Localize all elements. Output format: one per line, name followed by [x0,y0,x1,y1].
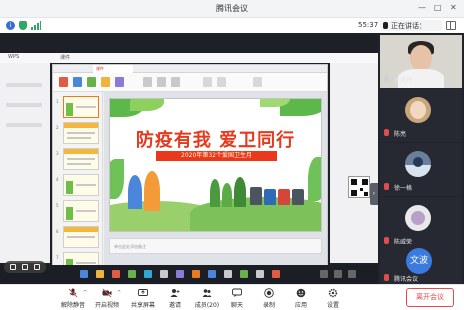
record-icon [264,288,274,298]
shared-tab: WPS [8,54,20,60]
presentation-app: 课件 1 2 3 4 5 6 7 防疫有我 爱卫同行 2020年第32个爱国卫生… [52,64,328,280]
invite-button[interactable]: 邀请 [158,286,192,310]
chat-icon [232,288,242,298]
microphone-off-icon [384,237,389,244]
participant-tile[interactable]: 陈亮 [380,89,462,142]
slide-notes-field[interactable]: 单击此处添加备注 [109,238,322,254]
invite-icon [170,289,180,297]
title-bar: 腾讯会议 — □ ✕ [0,0,464,18]
info-icon[interactable]: i [6,21,15,30]
invite-label: 邀请 [168,302,181,309]
chevron-up-icon[interactable]: ^ [83,290,87,296]
slide-banner: 2020年第32个爱国卫生月 [156,151,277,161]
start-video-label: 开启视频 [94,302,119,309]
current-slide[interactable]: 防疫有我 爱卫同行 2020年第32个爱国卫生月 [109,98,322,232]
shared-tab: 课件 [60,55,71,61]
meeting-info-bar: i 55:37 正在讲话： [0,18,464,33]
slide-thumbnail[interactable]: 5 [56,200,99,222]
unmute-button[interactable]: ^ 解除静音 [56,286,90,310]
shield-icon[interactable] [19,21,27,30]
chevron-up-icon[interactable]: ^ [117,290,121,296]
microphone-icon [383,22,388,29]
speaking-label: 正在讲话： [391,22,426,30]
apps-icon [296,288,306,298]
share-screen-button[interactable]: 共享屏幕 [126,286,160,310]
slide-banner-text: 2020年第32个爱国卫生月 [181,152,252,159]
collapse-panel-button[interactable]: › [370,183,378,205]
microphone-off-icon [384,183,389,190]
settings-button[interactable]: 设置 [316,286,350,310]
slide-headline: 防疫有我 爱卫同行 [135,130,296,151]
close-button[interactable]: ✕ [450,3,457,12]
settings-label: 设置 [326,302,339,309]
participant-tile[interactable]: 王美丹 [380,35,462,88]
unmute-label: 解除静音 [60,302,85,309]
view-switch-control[interactable] [4,261,46,273]
participant-video [380,35,462,88]
speaking-indicator: 正在讲话： [380,20,442,31]
avatar [405,205,431,231]
microphone-icon [384,75,389,82]
slide-thumbnail[interactable]: 4 [56,174,99,196]
start-video-button[interactable]: ^ 开启视频 [90,286,124,310]
members-label: 成员(20) [194,302,220,309]
microphone-off-icon [384,129,389,136]
minimize-button[interactable]: — [418,3,426,12]
meeting-window: 腾讯会议 — □ ✕ i 55:37 正在讲话： WPS 课件 课件 1 2 3… [0,0,464,310]
participant-name: 徐一格 [394,185,413,192]
camera-off-icon [102,288,112,298]
document-tab: 课件 [93,65,133,73]
slide-editing-area: 防疫有我 爱卫同行 2020年第32个爱国卫生月 单击此处添加备注 [104,92,327,280]
ribbon-toolbar [53,73,327,92]
avatar [405,97,431,123]
leave-meeting-button[interactable]: 离开会议 [406,288,454,307]
members-button[interactable]: 成员(20) [190,286,224,310]
meeting-timer: 55:37 [358,21,379,29]
apps-button[interactable]: 应用 [284,286,318,310]
shared-taskbar [0,265,378,284]
participant-name: 腾讯会议 [394,276,419,283]
slide-thumbnail[interactable]: 1 [56,96,99,118]
settings-icon [328,288,338,298]
meeting-toolbar: ^ 解除静音 ^ 开启视频 共享屏幕 邀请 成员(20) 聊天 录制 应用 设置… [0,284,464,310]
record-button[interactable]: 录制 [252,286,286,310]
app-tab-bar: 课件 [53,65,327,73]
microphone-off-icon [384,274,389,281]
window-title: 腾讯会议 [216,4,248,13]
participant-tile[interactable]: 徐一格 [380,143,462,196]
participant-name: 王美丹 [394,77,413,84]
participant-panel: 王美丹 陈亮 徐一格 陈威荣 文波 腾讯会议 [378,33,464,284]
record-label: 录制 [262,302,275,309]
maximize-button[interactable]: □ [434,3,442,12]
participant-tile[interactable]: 陈威荣 [380,197,462,250]
slide-thumbnail[interactable]: 2 [56,122,99,144]
signal-icon[interactable] [31,21,41,30]
browser-tab-strip: WPS 课件 [0,53,378,63]
shared-screen: WPS 课件 课件 1 2 3 4 5 6 7 防疫有我 爱卫同行 2020年第… [0,33,378,284]
avatar [405,151,431,177]
shared-background-left [0,63,50,263]
slide-thumbnail[interactable]: 6 [56,226,99,248]
avatar: 文波 [406,248,432,274]
participant-tile[interactable]: 文波 腾讯会议 [380,244,462,284]
apps-label: 应用 [294,302,307,309]
share-screen-icon [138,289,148,296]
members-icon [202,289,212,297]
share-screen-label: 共享屏幕 [130,302,155,309]
qr-code-image [348,176,370,198]
grid-icon[interactable] [446,21,456,30]
chat-button[interactable]: 聊天 [220,286,254,310]
participant-name: 陈亮 [394,131,407,138]
slide-thumbnail-pane: 1 2 3 4 5 6 7 [53,92,103,280]
shared-background-right [330,63,378,263]
microphone-off-icon [68,288,78,298]
slide-thumbnail[interactable]: 3 [56,148,99,170]
chat-label: 聊天 [230,302,243,309]
